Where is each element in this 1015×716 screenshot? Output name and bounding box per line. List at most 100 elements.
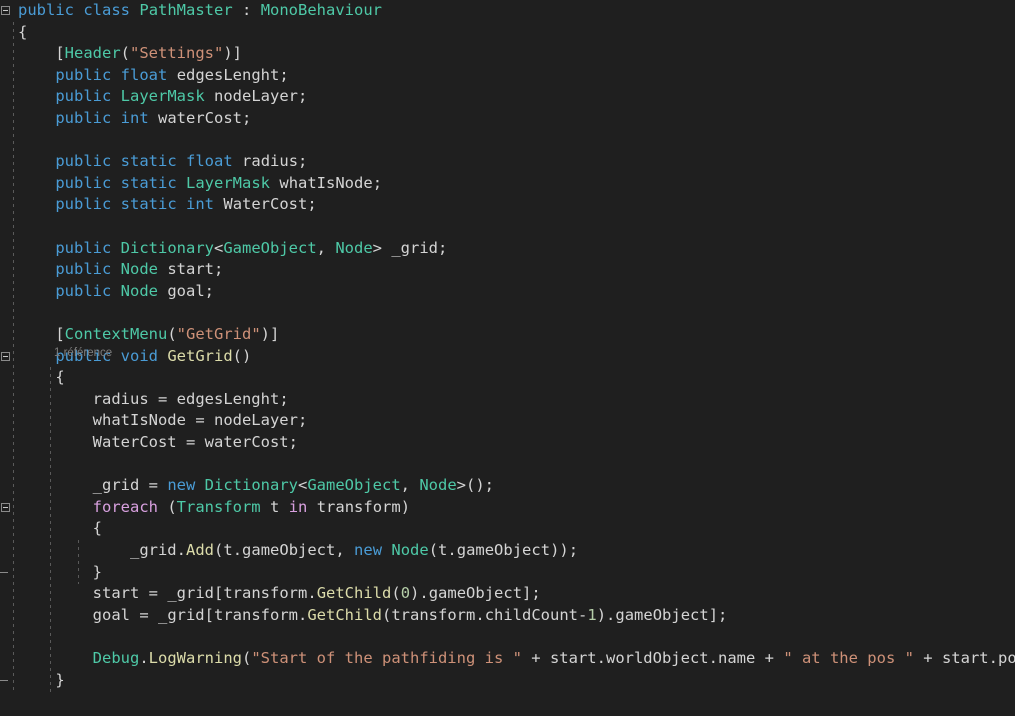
token-punc: [158, 282, 167, 300]
token-kw: static: [120, 173, 177, 192]
code-line[interactable]: _grid.Add(t.gameObject, new Node(t.gameO…: [0, 540, 1015, 562]
token-ident: _grid: [129, 541, 177, 559]
token-punc: (: [428, 541, 439, 559]
code-line[interactable]: goal = _grid[transform.GetChild(transfor…: [0, 605, 1015, 627]
code-line[interactable]: [0, 454, 1015, 476]
code-line[interactable]: {: [0, 518, 1015, 540]
code-line-content: [Header("Settings")]: [0, 43, 242, 65]
token-meth: GetChild: [307, 605, 382, 624]
token-kw: static: [120, 152, 177, 171]
token-punc: .: [447, 541, 457, 559]
code-line[interactable]: public void GetGrid(): [0, 346, 1015, 368]
code-line[interactable]: [0, 302, 1015, 324]
code-line[interactable]: {: [0, 22, 1015, 44]
token-punc: (: [391, 584, 401, 603]
code-line[interactable]: public static float radius;: [0, 151, 1015, 173]
token-ident: _grid: [391, 238, 439, 257]
token-op: =: [139, 476, 168, 495]
code-line[interactable]: [Header("Settings")]: [0, 43, 1015, 65]
token-punc: (: [242, 649, 252, 667]
code-line[interactable]: [0, 216, 1015, 238]
token-punc: [18, 498, 93, 516]
code-line[interactable]: WaterCost = waterCost;: [0, 432, 1015, 454]
token-punc: ,: [335, 541, 355, 559]
code-line[interactable]: {: [0, 367, 1015, 389]
code-line[interactable]: radius = edgesLenght;: [0, 389, 1015, 411]
token-ctrl: in: [288, 497, 308, 516]
codelens-reference-link[interactable]: 1 référence: [54, 346, 112, 360]
code-line[interactable]: Debug.LogWarning("Start of the pathfidin…: [0, 648, 1015, 670]
code-line[interactable]: public Node goal;: [0, 281, 1015, 303]
token-punc: [279, 498, 288, 516]
token-punc: (: [382, 605, 392, 624]
token-punc: [18, 260, 55, 278]
token-punc: [18, 433, 93, 451]
token-punc: [18, 541, 130, 559]
code-line-content: public void GetGrid(): [0, 346, 251, 368]
code-line[interactable]: public Dictionary<GameObject, Node> _gri…: [0, 238, 1015, 260]
code-line-content: start = _grid[transform.GetChild(0).game…: [0, 583, 541, 605]
token-punc: (: [157, 497, 177, 516]
token-ident: name: [717, 649, 756, 667]
code-line[interactable]: public class PathMaster : MonoBehaviour: [0, 0, 1015, 22]
token-punc: [18, 282, 55, 300]
code-line[interactable]: public static LayerMask whatIsNode;: [0, 173, 1015, 195]
code-line[interactable]: }: [0, 670, 1015, 692]
token-punc: ).: [596, 605, 616, 624]
token-punc: [18, 109, 55, 127]
token-op: =: [139, 584, 168, 603]
token-op: +: [755, 649, 784, 667]
token-punc: [111, 152, 120, 170]
code-line[interactable]: [0, 130, 1015, 152]
token-punc: [382, 541, 391, 559]
token-ident: transform: [214, 605, 298, 624]
code-line[interactable]: start = _grid[transform.GetChild(0).game…: [0, 583, 1015, 605]
token-punc: [270, 174, 279, 192]
code-line[interactable]: public float edgesLenght;: [0, 65, 1015, 87]
token-ident: WaterCost: [223, 195, 308, 214]
token-ident: radius: [92, 389, 149, 408]
token-punc: ;: [242, 109, 252, 127]
token-type: Node: [120, 260, 158, 279]
token-punc: <: [298, 476, 308, 495]
token-str: " at the pos ": [783, 649, 914, 667]
token-punc: ;: [204, 281, 215, 300]
token-punc: [130, 1, 139, 19]
token-ident: gameObject: [615, 605, 709, 624]
code-line[interactable]: _grid = new Dictionary<GameObject, Node>…: [0, 475, 1015, 497]
code-line[interactable]: public Node start;: [0, 259, 1015, 281]
token-punc: ];: [708, 605, 728, 624]
token-meth: GetChild: [316, 584, 392, 603]
token-punc: ;: [279, 389, 289, 408]
token-kw: new: [167, 476, 196, 495]
token-ident: _grid: [167, 584, 214, 603]
token-punc: (: [167, 325, 177, 343]
token-punc: [177, 174, 186, 192]
code-line[interactable]: [0, 626, 1015, 648]
code-line[interactable]: foreach (Transform t in transform): [0, 497, 1015, 519]
token-type: PathMaster: [139, 1, 233, 19]
token-punc: }: [18, 562, 102, 581]
code-line[interactable]: public static int WaterCost;: [0, 194, 1015, 216]
token-str: "Start of the pathfiding is ": [251, 649, 522, 667]
token-punc: .: [298, 605, 308, 624]
code-line[interactable]: }: [0, 562, 1015, 584]
token-kw: public: [55, 260, 112, 279]
token-ident: transform: [223, 584, 308, 603]
token-punc: .: [988, 649, 998, 667]
token-punc: [205, 87, 214, 105]
token-punc: [149, 109, 158, 127]
code-line[interactable]: whatIsNode = nodeLayer;: [0, 410, 1015, 432]
token-punc: [195, 476, 204, 494]
token-punc: ;: [297, 411, 308, 430]
token-punc: [: [18, 44, 65, 63]
code-editor[interactable]: public class PathMaster : MonoBehaviour{…: [0, 0, 1015, 716]
token-punc: [18, 195, 55, 213]
code-line[interactable]: [ContextMenu("GetGrid")]: [0, 324, 1015, 346]
token-ident: gameObject: [456, 541, 551, 559]
token-punc: }: [18, 670, 65, 689]
token-ident: goal: [167, 281, 205, 300]
code-line[interactable]: public LayerMask nodeLayer;: [0, 86, 1015, 108]
code-line[interactable]: public int waterCost;: [0, 108, 1015, 130]
token-ident: transform: [391, 605, 476, 624]
